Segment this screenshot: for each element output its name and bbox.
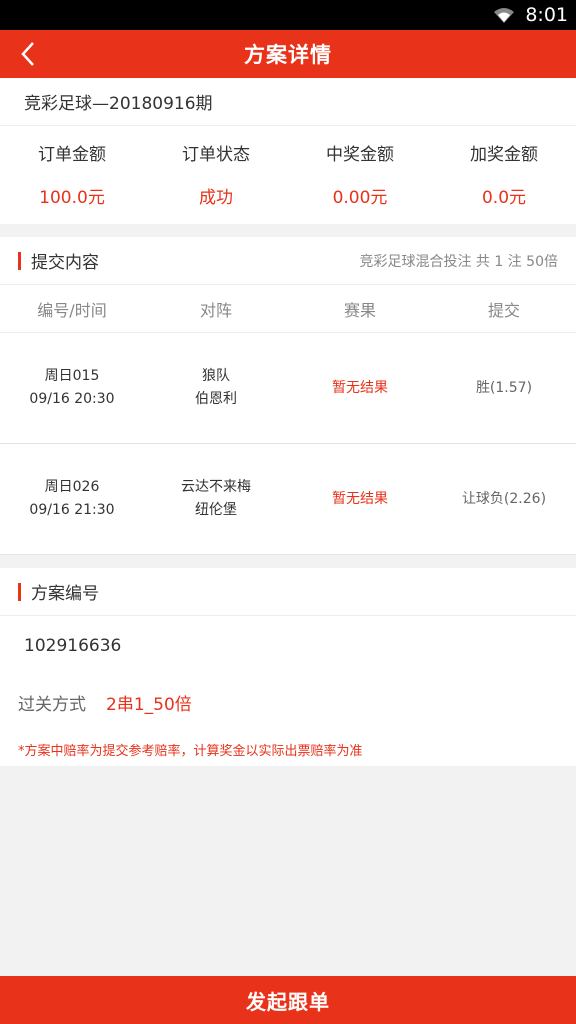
- match-result: 暂无结果: [332, 379, 388, 396]
- pass-mode-label: 过关方式: [18, 694, 86, 715]
- bet-summary: 竞彩足球混合投注 共 1 注 50倍: [359, 253, 558, 270]
- section-marker: [18, 582, 21, 601]
- column-header: 编号/时间: [37, 300, 107, 320]
- stat-label: 订单状态: [182, 145, 250, 165]
- stat-order-amount: 订单金额 100.0元: [0, 126, 144, 222]
- wifi-icon: [494, 8, 515, 23]
- plan-section: 方案编号 102916636 过关方式 2串1_50倍 *方案中赔率为提交参考赔…: [0, 568, 576, 766]
- page-title: 方案详情: [244, 43, 332, 67]
- status-time: 8:01: [525, 4, 568, 26]
- pass-mode: 过关方式 2串1_50倍: [0, 676, 576, 728]
- order-summary: 竞彩足球—20180916期 订单金额 100.0元 订单状态 成功 中奖金额 …: [0, 78, 576, 224]
- plan-number: 102916636: [24, 636, 122, 656]
- column-header: 提交: [487, 300, 520, 320]
- match-time: 09/16 20:30: [29, 391, 115, 407]
- away-team: 纽伦堡: [195, 502, 237, 518]
- section-marker: [18, 251, 21, 270]
- stat-bonus-amount: 加奖金额 0.0元: [432, 126, 576, 222]
- odds-disclaimer: *方案中赔率为提交参考赔率，计算奖金以实际出票赔率为准: [18, 743, 363, 759]
- match-code: 周日026: [44, 479, 100, 495]
- status-bar: 8:01: [0, 0, 576, 30]
- back-button[interactable]: [10, 36, 46, 72]
- table-header: 编号/时间 对阵 赛果 提交: [0, 285, 576, 333]
- match-teams: 云达不来梅 纽伦堡: [144, 476, 288, 522]
- follow-order-button[interactable]: 发起跟单: [0, 976, 576, 1024]
- submission-header: 提交内容 竞彩足球混合投注 共 1 注 50倍: [0, 237, 576, 285]
- stat-label: 加奖金额: [470, 145, 538, 165]
- match-code: 周日015: [44, 368, 100, 384]
- plan-header: 方案编号: [0, 568, 576, 616]
- bet-pick: 胜(1.57): [475, 379, 533, 396]
- match-time: 09/16 21:30: [29, 502, 115, 518]
- stat-value: 100.0元: [39, 188, 105, 208]
- bet-pick: 让球负(2.26): [461, 490, 547, 507]
- pass-mode-value: 2串1_50倍: [106, 694, 192, 715]
- section-title: 提交内容: [31, 253, 99, 273]
- home-team: 云达不来梅: [181, 479, 251, 495]
- stat-value: 0.0元: [481, 188, 527, 208]
- section-title: 方案编号: [31, 584, 99, 604]
- chevron-left-icon: [21, 42, 34, 66]
- table-row[interactable]: 周日015 09/16 20:30 狼队 伯恩利 暂无结果 胜(1.57): [0, 333, 576, 444]
- home-team: 狼队: [202, 368, 230, 384]
- stat-order-status: 订单状态 成功: [144, 126, 288, 222]
- away-team: 伯恩利: [195, 391, 237, 407]
- match-teams: 狼队 伯恩利: [144, 365, 288, 411]
- column-header: 赛果: [343, 300, 376, 320]
- submission-section: 提交内容 竞彩足球混合投注 共 1 注 50倍 编号/时间 对阵 赛果 提交 周…: [0, 237, 576, 555]
- column-header: 对阵: [199, 300, 232, 320]
- table-row[interactable]: 周日026 09/16 21:30 云达不来梅 纽伦堡 暂无结果 让球负(2.2…: [0, 444, 576, 555]
- issue-title: 竞彩足球—20180916期: [0, 78, 576, 126]
- stat-label: 订单金额: [38, 145, 106, 165]
- match-code-time: 周日015 09/16 20:30: [0, 365, 144, 411]
- stat-label: 中奖金额: [326, 145, 394, 165]
- summary-stats: 订单金额 100.0元 订单状态 成功 中奖金额 0.00元 加奖金额 0.0元: [0, 126, 576, 222]
- app-bar: 方案详情: [0, 30, 576, 78]
- stat-prize-amount: 中奖金额 0.00元: [288, 126, 432, 222]
- match-code-time: 周日026 09/16 21:30: [0, 476, 144, 522]
- stat-value: 0.00元: [332, 188, 388, 208]
- stat-value: 成功: [199, 188, 233, 208]
- match-result: 暂无结果: [332, 490, 388, 507]
